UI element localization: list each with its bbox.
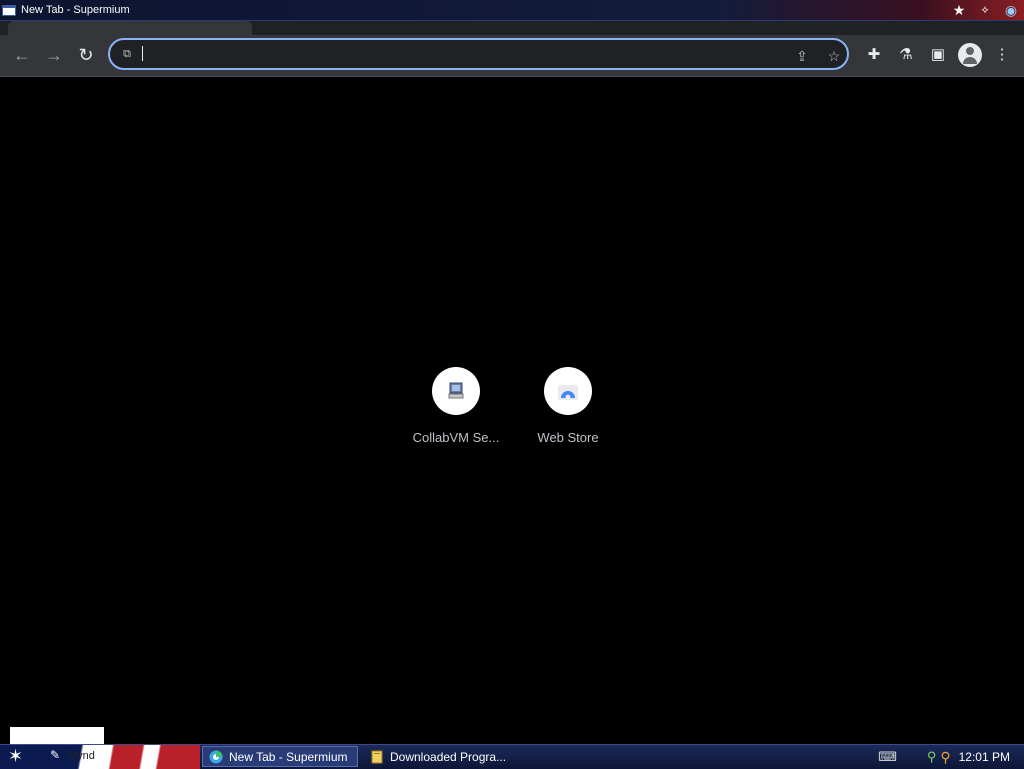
share-icon[interactable]: ⇪ [792, 46, 812, 66]
supermium-logo-icon: ◉ [1004, 1, 1018, 18]
system-tray: ⌨ ⚲ ⚲ 12:01 PM [878, 745, 1024, 769]
kebab-menu-icon[interactable]: ⋮ [991, 44, 1013, 66]
pin-icon[interactable]: ⟡ [972, 4, 998, 17]
address-bar[interactable]: ⧉ ⇪ ☆ [108, 38, 849, 70]
window-title: New Tab - Supermium [21, 4, 130, 16]
shortcut-web-store[interactable]: Web Store [512, 367, 624, 445]
reload-icon: ↻ [78, 45, 94, 65]
keyboard-icon[interactable]: ⌨ [878, 749, 897, 765]
quick-launch-label: Mynd [68, 750, 95, 762]
start-star-icon: ✶ [8, 746, 24, 766]
taskbar-item-browser[interactable]: New Tab - Supermium [202, 746, 358, 767]
window-icon[interactable] [2, 4, 16, 16]
arrow-left-icon: ← [13, 45, 31, 65]
title-bar-controls: ★ ⟡ ◉ [946, 0, 1024, 20]
start-button[interactable]: ✶ ✎ Mynd [0, 745, 200, 769]
forward-button[interactable]: → [42, 43, 66, 67]
bookmark-star-icon[interactable]: ☆ [824, 46, 844, 66]
taskbar-item-label: New Tab - Supermium [229, 749, 348, 764]
arrow-right-icon: → [45, 45, 63, 65]
tab-strip [0, 21, 1024, 35]
puzzle-site-icon: ⧉ [123, 48, 131, 60]
shortcut-label: CollabVM Se... [412, 430, 500, 445]
network-icon[interactable]: ⚲ [927, 749, 937, 765]
title-bar: New Tab - Supermium ★ ⟡ ◉ [0, 0, 1024, 21]
clock: 12:01 PM [958, 750, 1010, 764]
computer-icon [448, 382, 464, 399]
shortcut-label: Web Store [537, 430, 599, 445]
shortcut-collabvm[interactable]: CollabVM Se... [400, 367, 512, 445]
profile-avatar-icon[interactable] [958, 43, 982, 67]
address-input[interactable] [138, 44, 782, 66]
side-panel-icon[interactable]: ▣ [927, 44, 949, 66]
taskbar-item-label: Downloaded Progra... [390, 749, 507, 764]
browser-icon [209, 750, 223, 763]
taskbar: ✶ ✎ Mynd New Tab - Supermium Downloaded … [0, 744, 1024, 769]
reload-button[interactable]: ↻ [74, 43, 98, 67]
search-icon[interactable]: ⚲ [940, 749, 950, 766]
star-icon[interactable]: ★ [946, 2, 972, 19]
flask-icon[interactable]: ⚗ [895, 44, 917, 66]
folder-icon [371, 750, 383, 763]
shortcut-icon-circle [432, 367, 480, 415]
new-tab-page: CollabVM Se... Web Store [0, 77, 1024, 744]
white-overlay-block [10, 727, 104, 744]
shortcut-icon-circle [544, 367, 592, 415]
quick-launch-icon[interactable]: ✎ [50, 748, 60, 762]
extensions-icon[interactable]: ✚ [863, 44, 885, 66]
tab-new-tab[interactable] [8, 21, 252, 35]
back-button[interactable]: ← [10, 43, 34, 67]
web-store-icon [558, 385, 578, 400]
taskbar-item-folder[interactable]: Downloaded Progra... [364, 746, 514, 767]
browser-toolbar: ← → ↻ ⧉ ⇪ ☆ ✚ ⚗ ▣ ⋮ [0, 35, 1024, 77]
